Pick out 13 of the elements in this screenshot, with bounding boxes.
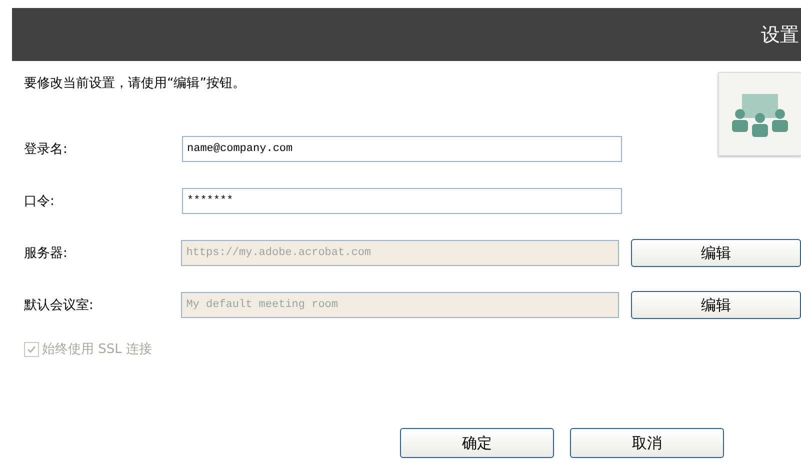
field-label: 登录名: [24, 141, 68, 158]
checkmark-icon [26, 344, 37, 354]
field-label: 默认会议室: [24, 297, 94, 314]
meeting-icon [718, 72, 801, 156]
window-title: 设置 [761, 22, 800, 48]
cancel-button[interactable]: 取消 [570, 428, 724, 458]
ok-button[interactable]: 确定 [400, 428, 554, 458]
checkbox-label: 始终使用 SSL 连接 [42, 341, 152, 358]
instruction-text: 要修改当前设置，请使用“编辑”按钮。 [24, 75, 246, 93]
field-label: 服务器: [24, 245, 68, 262]
input-field[interactable]: ******* [182, 188, 622, 214]
input-field[interactable]: name@company.com [182, 136, 622, 162]
field-label: 口令: [24, 193, 56, 210]
